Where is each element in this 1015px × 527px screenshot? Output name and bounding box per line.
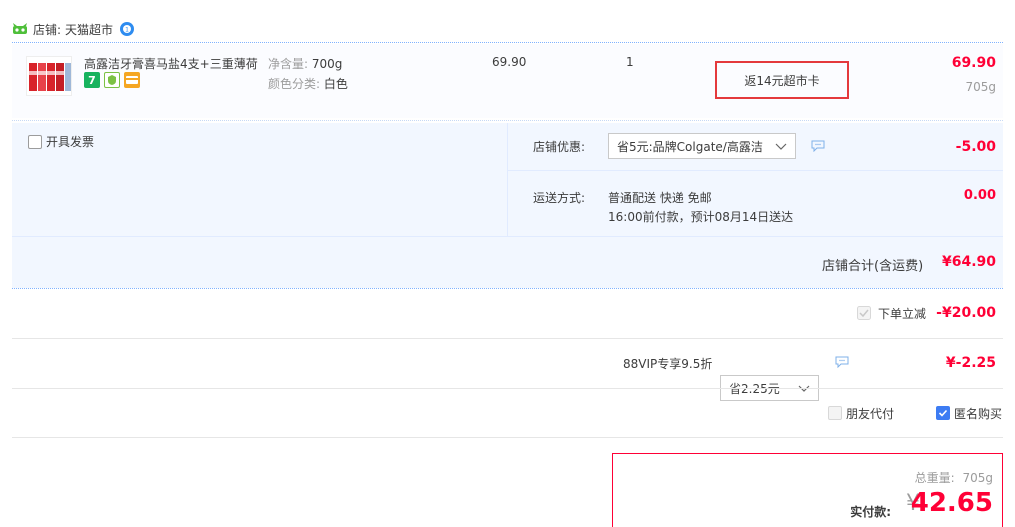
unit-price: 69.90 [492, 55, 527, 69]
vip-label: 88VIP专享9.5折 [623, 357, 713, 371]
shop-name-link[interactable]: 天猫超市 [65, 21, 113, 38]
chevron-down-icon [775, 141, 787, 155]
friend-pay-label: 朋友代付 [846, 407, 895, 421]
vip-discount-amount: ¥-2.25 [945, 355, 996, 371]
rebate-tag: 返14元超市卡 [715, 61, 849, 99]
shop-discount-amount: -5.00 [955, 139, 996, 155]
pay-label: 实付款: [850, 505, 891, 519]
shipping-label: 运送方式: [533, 191, 586, 205]
divider [12, 437, 1003, 438]
wangwang-chat-icon[interactable]: 1 [119, 21, 135, 37]
divider [12, 236, 1003, 237]
credit-card-icon[interactable] [124, 72, 140, 88]
item-thumbnail[interactable] [26, 56, 72, 96]
item-weight: 705g [965, 80, 996, 94]
chevron-down-icon [798, 383, 810, 397]
shipping-amount: 0.00 [963, 188, 996, 203]
divider [508, 170, 1003, 171]
shipping-eta: 16:00前付款，预计08月14日送达 [608, 210, 794, 224]
invoice-checkbox[interactable] [28, 134, 42, 149]
pay-amount: 42.65 [910, 488, 993, 518]
divider [12, 42, 1003, 43]
shipping-method: 普通配送 快递 免邮 [608, 191, 712, 205]
instant-discount-label: 下单立减 [878, 307, 927, 321]
seven-day-return-icon[interactable]: 7 [84, 72, 100, 88]
invoice-label: 开具发票 [46, 135, 95, 149]
divider [12, 120, 1003, 121]
shop-discount-select[interactable]: 省5元:品牌Colgate/高露洁 [608, 133, 796, 159]
shop-header: 店铺: 天猫超市 1 [12, 18, 135, 40]
message-icon[interactable] [811, 140, 825, 153]
shop-total-label: 店铺合计(含运费) [822, 259, 924, 274]
sku-net-content: 净含量: 700g [268, 57, 343, 71]
divider [12, 288, 1003, 289]
quantity: 1 [626, 55, 634, 69]
guarantee-icon[interactable] [104, 72, 120, 88]
shop-label: 店铺: [33, 22, 62, 37]
shop-discount-selected: 省5元:品牌Colgate/高露洁 [617, 139, 763, 154]
message-icon[interactable] [835, 356, 849, 369]
sku-color: 颜色分类: 白色 [268, 77, 348, 91]
total-weight: 总重量: 705g [914, 471, 993, 485]
tmall-icon [12, 23, 28, 35]
item-badges: 7 [84, 72, 140, 88]
invoice-option[interactable]: 开具发票 [28, 133, 94, 150]
item-subtotal: 69.90 [951, 55, 996, 71]
instant-discount-amount: -¥20.00 [936, 305, 996, 321]
divider [12, 388, 1003, 389]
divider [507, 123, 508, 236]
anonymous-checkbox[interactable] [936, 406, 950, 420]
instant-discount-checkbox [857, 306, 871, 323]
friend-pay-checkbox[interactable] [828, 406, 842, 420]
divider [12, 338, 1003, 339]
anonymous-label: 匿名购买 [954, 407, 1003, 421]
shop-total-value: ¥64.90 [941, 254, 996, 270]
discount-label: 店铺优惠: [533, 140, 586, 154]
svg-text:1: 1 [125, 27, 129, 34]
item-title-link[interactable]: 高露洁牙膏喜马盐4支+三重薄荷 [84, 55, 260, 72]
